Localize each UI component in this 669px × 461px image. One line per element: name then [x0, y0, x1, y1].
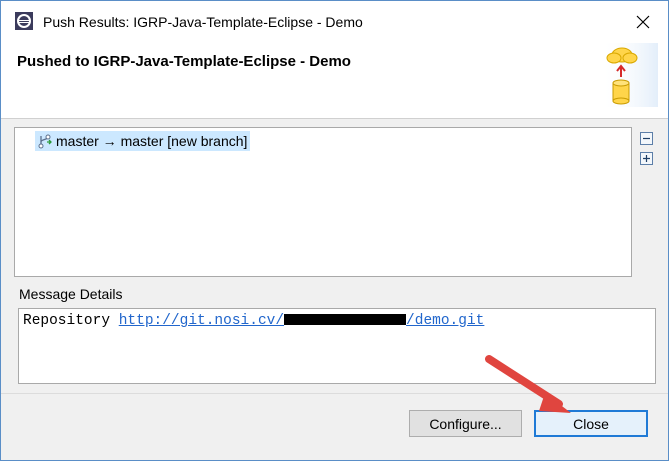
- link-end: /demo.git: [406, 313, 485, 329]
- push-results-tree[interactable]: master → master [new branch]: [14, 127, 632, 277]
- title-bar: Push Results: IGRP-Java-Template-Eclipse…: [1, 1, 668, 43]
- repository-link[interactable]: http://git.nosi.cv/ /demo.git: [119, 313, 485, 329]
- result-row[interactable]: master → master [new branch]: [35, 131, 251, 151]
- cloud-push-icon: [600, 43, 658, 107]
- dialog-header: Pushed to IGRP-Java-Template-Eclipse - D…: [1, 43, 668, 119]
- close-window-button[interactable]: [628, 7, 658, 37]
- repository-prefix: Repository: [23, 313, 119, 329]
- expand-all-button[interactable]: [640, 152, 653, 165]
- redaction-bar: [284, 314, 407, 325]
- link-start: http://git.nosi.cv/: [118, 313, 285, 329]
- annotation-arrow-icon: [485, 355, 571, 413]
- collapse-icon: [643, 137, 650, 140]
- collapse-all-button[interactable]: [640, 132, 653, 145]
- window-title: Push Results: IGRP-Java-Template-Eclipse…: [43, 14, 363, 30]
- message-line: Repository http://git.nosi.cv/ /demo.git: [23, 313, 484, 329]
- expand-icon: [643, 155, 650, 162]
- branch-push-icon: [38, 134, 52, 149]
- result-label: master → master [new branch]: [56, 133, 248, 149]
- close-icon: [636, 15, 650, 29]
- header-title: Pushed to IGRP-Java-Template-Eclipse - D…: [17, 53, 351, 70]
- eclipse-app-icon: [15, 12, 33, 30]
- push-results-dialog: Push Results: IGRP-Java-Template-Eclipse…: [0, 0, 669, 461]
- message-details-label: Message Details: [19, 286, 123, 302]
